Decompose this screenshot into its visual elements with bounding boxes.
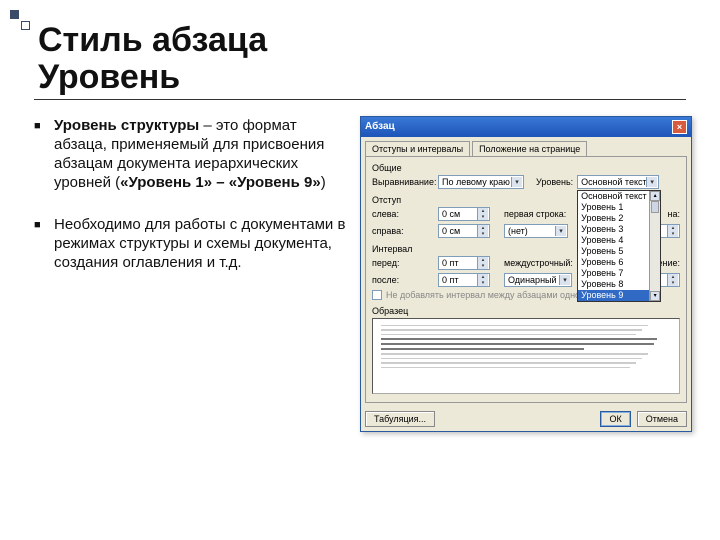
level-option[interactable]: Уровень 7 [578,268,660,279]
align-label: Выравнивание: [372,177,434,187]
scroll-down-icon[interactable]: ▾ [650,291,660,301]
level-option[interactable]: Уровень 9 [578,290,660,301]
level-label: Уровень: [536,177,573,187]
spinner-buttons[interactable]: ▴▾ [667,274,678,286]
bullet-item: ■ Уровень структуры – это формат абзаца,… [34,116,346,193]
first-dropdown[interactable]: (нет) ▾ [504,224,568,238]
dialog-button-row: Табуляция... ОК Отмена [361,407,691,431]
left-spinner[interactable]: 0 см ▴▾ [438,207,490,221]
dialog-panel: Общие Выравнивание: По левому краю▾ Уров… [365,156,687,403]
align-dropdown[interactable]: По левому краю▾ [438,175,524,189]
level-option[interactable]: Основной текст [578,191,660,202]
level-value: Основной текст [581,177,646,187]
bullet-item: ■ Необходимо для работы с документами в … [34,215,346,273]
title-line-1: Стиль абзаца [38,21,267,59]
align-value: По левому краю [442,177,510,187]
line-value: Одинарный [508,275,557,285]
cancel-button[interactable]: Отмена [637,411,687,427]
ok-button[interactable]: ОК [600,411,630,427]
listbox-scrollbar[interactable]: ▴ ▾ [649,191,660,301]
level-option[interactable]: Уровень 8 [578,279,660,290]
before-value: 0 пт [442,258,459,268]
text-column: ■ Уровень структуры – это формат абзаца,… [34,116,346,432]
title-underline [34,99,686,100]
before-spinner[interactable]: 0 пт ▴▾ [438,256,490,270]
first-label: первая строка: [504,209,568,219]
first-value: (нет) [508,226,528,236]
scroll-thumb[interactable] [651,201,659,213]
chevron-down-icon: ▾ [555,226,566,236]
bullet-body: Уровень структуры – это формат абзаца, п… [54,116,346,193]
right-spinner[interactable]: 0 см ▴▾ [438,224,490,238]
level-listbox[interactable]: Основной текст Уровень 1 Уровень 2 Урове… [577,190,661,302]
bullet-strong-2: «Уровень 1» – «Уровень 9» [120,174,321,191]
before-label: перед: [372,258,434,268]
left-label: слева: [372,209,434,219]
tab-page-position[interactable]: Положение на странице [472,141,587,156]
bullet-body: Необходимо для работы с документами в ре… [54,215,346,273]
bullet-strong: Уровень структуры [54,117,199,134]
chevron-down-icon: ▾ [511,177,522,187]
level-option[interactable]: Уровень 3 [578,224,660,235]
line-dropdown[interactable]: Одинарный▾ [504,273,572,287]
after-value: 0 пт [442,275,459,285]
dialog-column: Абзац × Отступы и интервалы Положение на… [360,116,692,432]
after-label: после: [372,275,434,285]
nospace-checkbox[interactable] [372,290,382,300]
content-row: ■ Уровень структуры – это формат абзаца,… [34,116,686,432]
level-option[interactable]: Уровень 1 [578,202,660,213]
preview-box [372,318,680,394]
slide-title: Стиль абзаца Уровень [38,22,686,97]
after-spinner[interactable]: 0 пт ▴▾ [438,273,490,287]
dialog-tabs: Отступы и интервалы Положение на страниц… [361,137,691,156]
chevron-down-icon: ▾ [646,177,657,187]
level-option[interactable]: Уровень 2 [578,213,660,224]
spinner-buttons[interactable]: ▴▾ [477,257,488,269]
on-label: на: [668,209,680,219]
dialog-title: Абзац [365,121,395,132]
spinner-buttons[interactable]: ▴▾ [667,225,678,237]
level-option[interactable]: Уровень 6 [578,257,660,268]
spinner-buttons[interactable]: ▴▾ [477,208,488,220]
tab-indents[interactable]: Отступы и интервалы [365,141,470,156]
line-label: междустрочный: [504,258,572,268]
level-option[interactable]: Уровень 4 [578,235,660,246]
bullet-marker-icon: ■ [34,116,54,193]
scroll-up-icon[interactable]: ▴ [650,191,660,201]
level-dropdown[interactable]: Основной текст▾ Основной текст Уровень 1… [577,175,659,189]
corner-decoration [10,10,32,32]
right-value: 0 см [442,226,460,236]
spinner-buttons[interactable]: ▴▾ [477,274,488,286]
dialog-titlebar[interactable]: Абзац × [361,117,691,137]
right-label: справа: [372,226,434,236]
spinner-buttons[interactable]: ▴▾ [477,225,488,237]
slide: Стиль абзаца Уровень ■ Уровень структуры… [0,0,720,540]
level-option[interactable]: Уровень 5 [578,246,660,257]
section-sample: Образец [372,306,680,316]
close-icon[interactable]: × [672,120,687,134]
paragraph-dialog: Абзац × Отступы и интервалы Положение на… [360,116,692,432]
left-value: 0 см [442,209,460,219]
bullet-tail: ) [321,174,326,191]
section-general: Общие [372,163,680,173]
chevron-down-icon: ▾ [559,275,570,285]
bullet-marker-icon: ■ [34,215,54,273]
title-line-2: Уровень [38,58,180,96]
tabs-button[interactable]: Табуляция... [365,411,435,427]
